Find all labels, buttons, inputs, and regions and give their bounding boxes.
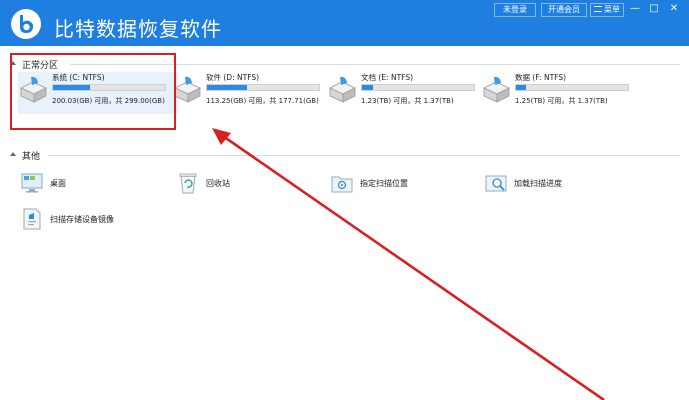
annotation-arrow (212, 128, 605, 400)
